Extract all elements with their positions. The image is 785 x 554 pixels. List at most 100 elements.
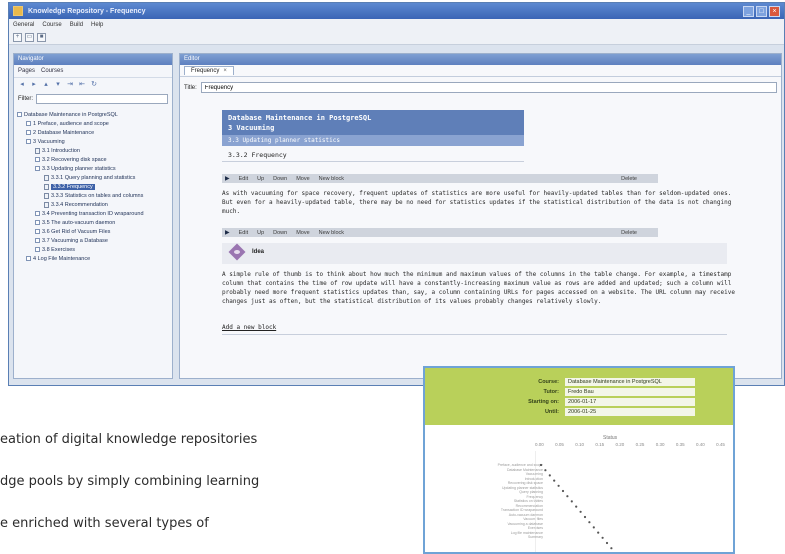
navigator-header: Navigator — [14, 54, 172, 65]
refresh-icon[interactable]: ↻ — [90, 81, 98, 89]
move-up-link[interactable]: Up — [257, 230, 264, 236]
plot-point — [579, 510, 582, 513]
menu-course[interactable]: Course — [42, 22, 61, 28]
outdent-icon[interactable]: ⇤ — [78, 81, 86, 89]
page-icon — [44, 201, 49, 208]
tree-item[interactable]: 3.3.4 Recommendation — [17, 200, 169, 209]
tutor-key: Tutor: — [543, 388, 559, 395]
filter-input[interactable] — [36, 94, 168, 104]
expand-node-icon[interactable] — [35, 166, 40, 171]
plot-point — [544, 469, 547, 472]
tree-item[interactable]: 3.2 Recovering disk space — [17, 155, 169, 164]
edit-block-link[interactable]: Edit — [239, 176, 248, 182]
expand-node-icon[interactable] — [35, 220, 40, 225]
plot-point — [539, 463, 543, 467]
menu-build[interactable]: Build — [70, 22, 83, 28]
expand-node-icon[interactable] — [17, 112, 22, 117]
new-block-link[interactable]: New block — [319, 230, 344, 236]
plot-point — [548, 474, 551, 477]
expand-node-icon[interactable] — [26, 121, 31, 126]
tree-item[interactable]: 3.3.1 Query planning and statistics — [17, 173, 169, 182]
expand-node-icon[interactable] — [35, 211, 40, 216]
until-value: 2006-01-25 — [565, 407, 695, 416]
plot-point — [553, 479, 556, 482]
tab-courses[interactable]: Courses — [41, 68, 63, 74]
close-button[interactable]: × — [769, 5, 780, 17]
tree-item-label: 1 Preface, audience and scope — [33, 120, 109, 127]
tree-item[interactable]: 2 Database Maintenance — [17, 128, 169, 137]
menu-help[interactable]: Help — [91, 22, 103, 28]
tree-item[interactable]: 1 Preface, audience and scope — [17, 119, 169, 128]
tree-item[interactable]: 3.1 Introduction — [17, 146, 169, 155]
tree-item[interactable]: Database Maintenance in PostgreSQL — [17, 110, 169, 119]
tab-label: Frequency — [191, 68, 220, 74]
tree-item[interactable]: 3.3 Updating planner statistics — [17, 164, 169, 173]
open-folder-icon[interactable]: ▭ — [25, 33, 34, 42]
plot-point — [592, 526, 595, 529]
toolbar: + ▭ ■ — [9, 31, 784, 45]
page-icon — [35, 147, 40, 154]
edit-block-link[interactable]: Edit — [239, 230, 248, 236]
move-down-link[interactable]: Down — [273, 176, 287, 182]
paragraph-block: A simple rule of thumb is to think about… — [222, 271, 735, 305]
arrow-left-icon[interactable]: ◂ — [18, 81, 26, 89]
tree-item[interactable]: 3.5 The auto-vacuum daemon — [17, 218, 169, 227]
indent-icon[interactable]: ⇥ — [66, 81, 74, 89]
expand-node-icon[interactable] — [35, 229, 40, 234]
arrow-down-icon[interactable]: ▾ — [54, 81, 62, 89]
close-tab-icon[interactable]: × — [223, 68, 227, 74]
idea-callout: Idea — [222, 243, 727, 264]
move-link[interactable]: Move — [296, 230, 309, 236]
tree-item[interactable]: 3.3.2 Frequency — [17, 182, 169, 191]
tree-item[interactable]: 3.3.3 Statistics on tables and columns — [17, 191, 169, 200]
page-content: Database Maintenance in PostgreSQL 3 Vac… — [222, 110, 742, 335]
tree-item[interactable]: 3.8 Exercises — [17, 245, 169, 254]
arrow-right-icon[interactable]: ▸ — [30, 81, 38, 89]
tree-item[interactable]: 3.7 Vacuuming a Database — [17, 236, 169, 245]
tab-pages[interactable]: Pages — [18, 68, 35, 74]
axis-title: Status — [603, 435, 618, 441]
course-report-window: Course: Database Maintenance in PostgreSQ… — [423, 366, 735, 554]
title-input[interactable] — [200, 82, 777, 93]
expand-node-icon[interactable] — [35, 247, 40, 252]
expand-node-icon[interactable] — [26, 130, 31, 135]
add-block-link[interactable]: Add a new block — [222, 324, 727, 335]
callout-title: Idea — [252, 249, 265, 255]
expand-node-icon[interactable] — [26, 139, 31, 144]
maximize-button[interactable]: □ — [756, 5, 767, 17]
subheading: 3.3.2 Frequency — [222, 149, 524, 162]
menu-general[interactable]: General — [13, 22, 34, 28]
new-icon[interactable]: + — [13, 33, 22, 42]
tree-item[interactable]: 3 Vacuuming — [17, 137, 169, 146]
heading-block: Database Maintenance in PostgreSQL 3 Vac… — [222, 110, 524, 146]
tab-frequency[interactable]: Frequency × — [184, 66, 234, 75]
tree-item-label: 3.1 Introduction — [42, 147, 80, 154]
tree-item[interactable]: 3.4 Preventing transaction ID wraparound — [17, 209, 169, 218]
start-key: Starting on: — [528, 398, 559, 405]
expand-node-icon[interactable] — [35, 157, 40, 162]
expand-node-icon[interactable] — [35, 238, 40, 243]
collapse-triangle-icon[interactable]: ▶ — [225, 175, 230, 182]
move-down-link[interactable]: Down — [273, 230, 287, 236]
delete-block-link[interactable]: Delete — [621, 230, 655, 236]
block-toolbar: ▶ Edit Up Down Move New block Delete — [222, 174, 658, 183]
move-up-link[interactable]: Up — [257, 176, 264, 182]
tree-item-label: 3.4 Preventing transaction ID wraparound — [42, 210, 144, 217]
minimize-button[interactable]: _ — [743, 5, 754, 17]
tree-item[interactable]: 3.6 Get Rid of Vacuum Files — [17, 227, 169, 236]
heading-1: Database Maintenance in PostgreSQL — [228, 114, 372, 122]
tree-item[interactable]: 4 Log File Maintenance — [17, 254, 169, 263]
delete-block-link[interactable]: Delete — [621, 176, 655, 182]
row-labels: Preface, audience and scope Database Main… — [463, 463, 543, 540]
page-text-line: dge pools by simply combining learning — [0, 474, 260, 489]
expand-node-icon[interactable] — [26, 256, 31, 261]
collapse-triangle-icon[interactable]: ▶ — [225, 229, 230, 236]
tick-label: 0.25 — [635, 442, 645, 447]
move-link[interactable]: Move — [296, 176, 309, 182]
save-icon[interactable]: ■ — [37, 33, 46, 42]
page-icon — [44, 192, 49, 199]
arrow-up-icon[interactable]: ▴ — [42, 81, 50, 89]
page-icon — [44, 174, 49, 181]
new-block-link[interactable]: New block — [319, 176, 344, 182]
title-bar: Knowledge Repository - Frequency _ □ × — [9, 3, 784, 19]
